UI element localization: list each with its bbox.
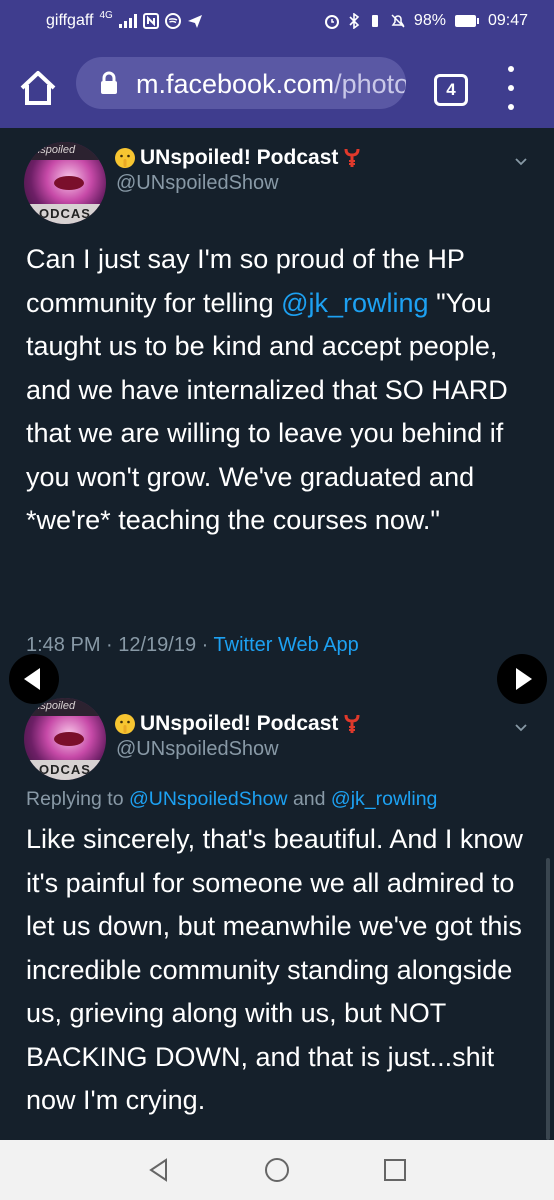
mute-icon bbox=[391, 14, 405, 28]
avatar-caption: unspoiled bbox=[24, 142, 106, 160]
send-icon bbox=[187, 15, 202, 28]
home-circle-icon[interactable] bbox=[263, 1156, 291, 1184]
author-handle[interactable]: @UNspoiledShow bbox=[116, 172, 279, 195]
url-domain: m.facebook.com bbox=[136, 69, 335, 99]
network-label: 4G bbox=[99, 9, 113, 21]
nfc-icon bbox=[142, 13, 159, 29]
avatar-footer: ODCAS bbox=[24, 204, 106, 224]
tweet-card: unspoiled ODCAS UNspoiled! Podcast @UNsp… bbox=[0, 128, 554, 688]
alarm-icon bbox=[324, 15, 339, 29]
signal-icon bbox=[118, 14, 137, 28]
spotify-icon bbox=[164, 13, 181, 29]
tweet-text: Like sincerely, that's beautiful. And I … bbox=[26, 824, 523, 1115]
lock-icon bbox=[101, 71, 117, 94]
battery-icon bbox=[454, 15, 479, 27]
browser-toolbar: m.facebook.com/photo 4 bbox=[0, 46, 554, 128]
battery-percent: 98% bbox=[413, 12, 446, 29]
author-name[interactable]: UNspoiled! Podcast bbox=[114, 146, 362, 170]
vibrate-icon bbox=[371, 15, 378, 27]
url-path: /photo bbox=[334, 69, 406, 99]
mention-link[interactable]: @jk_rowling bbox=[331, 788, 438, 810]
next-arrow-icon[interactable] bbox=[497, 654, 547, 704]
home-icon[interactable] bbox=[18, 68, 58, 108]
author-name[interactable]: UNspoiled! Podcast bbox=[114, 712, 362, 736]
shushing-face-icon bbox=[115, 148, 135, 168]
scrollbar[interactable] bbox=[546, 858, 550, 1140]
lobster-icon bbox=[344, 714, 360, 733]
system-navigation-bar bbox=[0, 1140, 554, 1200]
chevron-down-icon[interactable] bbox=[514, 154, 528, 168]
address-bar[interactable]: m.facebook.com/photo bbox=[76, 57, 406, 109]
clock: 09:47 bbox=[487, 12, 528, 29]
tweet-text: Can I just say I'm so proud of the HP co… bbox=[26, 244, 508, 535]
replying-to: Replying to @UNspoiledShow and @jk_rowli… bbox=[26, 788, 438, 810]
prev-arrow-icon[interactable] bbox=[9, 654, 59, 704]
status-bar: giffgaff 4G 98% 09:47 bbox=[0, 0, 554, 46]
lobster-icon bbox=[344, 148, 360, 167]
carrier-label: giffgaff bbox=[46, 12, 94, 29]
tab-switcher-button[interactable]: 4 bbox=[434, 74, 468, 106]
back-icon[interactable] bbox=[146, 1157, 172, 1183]
source-link[interactable]: Twitter Web App bbox=[214, 634, 359, 656]
bluetooth-icon bbox=[349, 13, 360, 29]
chevron-down-icon[interactable] bbox=[514, 720, 528, 734]
avatar[interactable]: unspoiled ODCAS bbox=[24, 698, 106, 780]
avatar-footer: ODCAS bbox=[24, 760, 106, 780]
tweet-timestamp: 1:48 PM · 12/19/19 · Twitter Web App bbox=[26, 634, 359, 656]
mention-link[interactable]: @UNspoiledShow bbox=[129, 788, 288, 810]
recents-icon[interactable] bbox=[383, 1158, 407, 1182]
mention-link[interactable]: @jk_rowling bbox=[281, 288, 428, 318]
tweet-card: unspoiled ODCAS UNspoiled! Podcast @UNsp… bbox=[0, 688, 554, 1140]
avatar[interactable]: unspoiled ODCAS bbox=[24, 142, 106, 224]
author-handle[interactable]: @UNspoiledShow bbox=[116, 738, 279, 761]
more-vert-icon[interactable] bbox=[506, 66, 516, 110]
shushing-face-icon bbox=[115, 714, 135, 734]
